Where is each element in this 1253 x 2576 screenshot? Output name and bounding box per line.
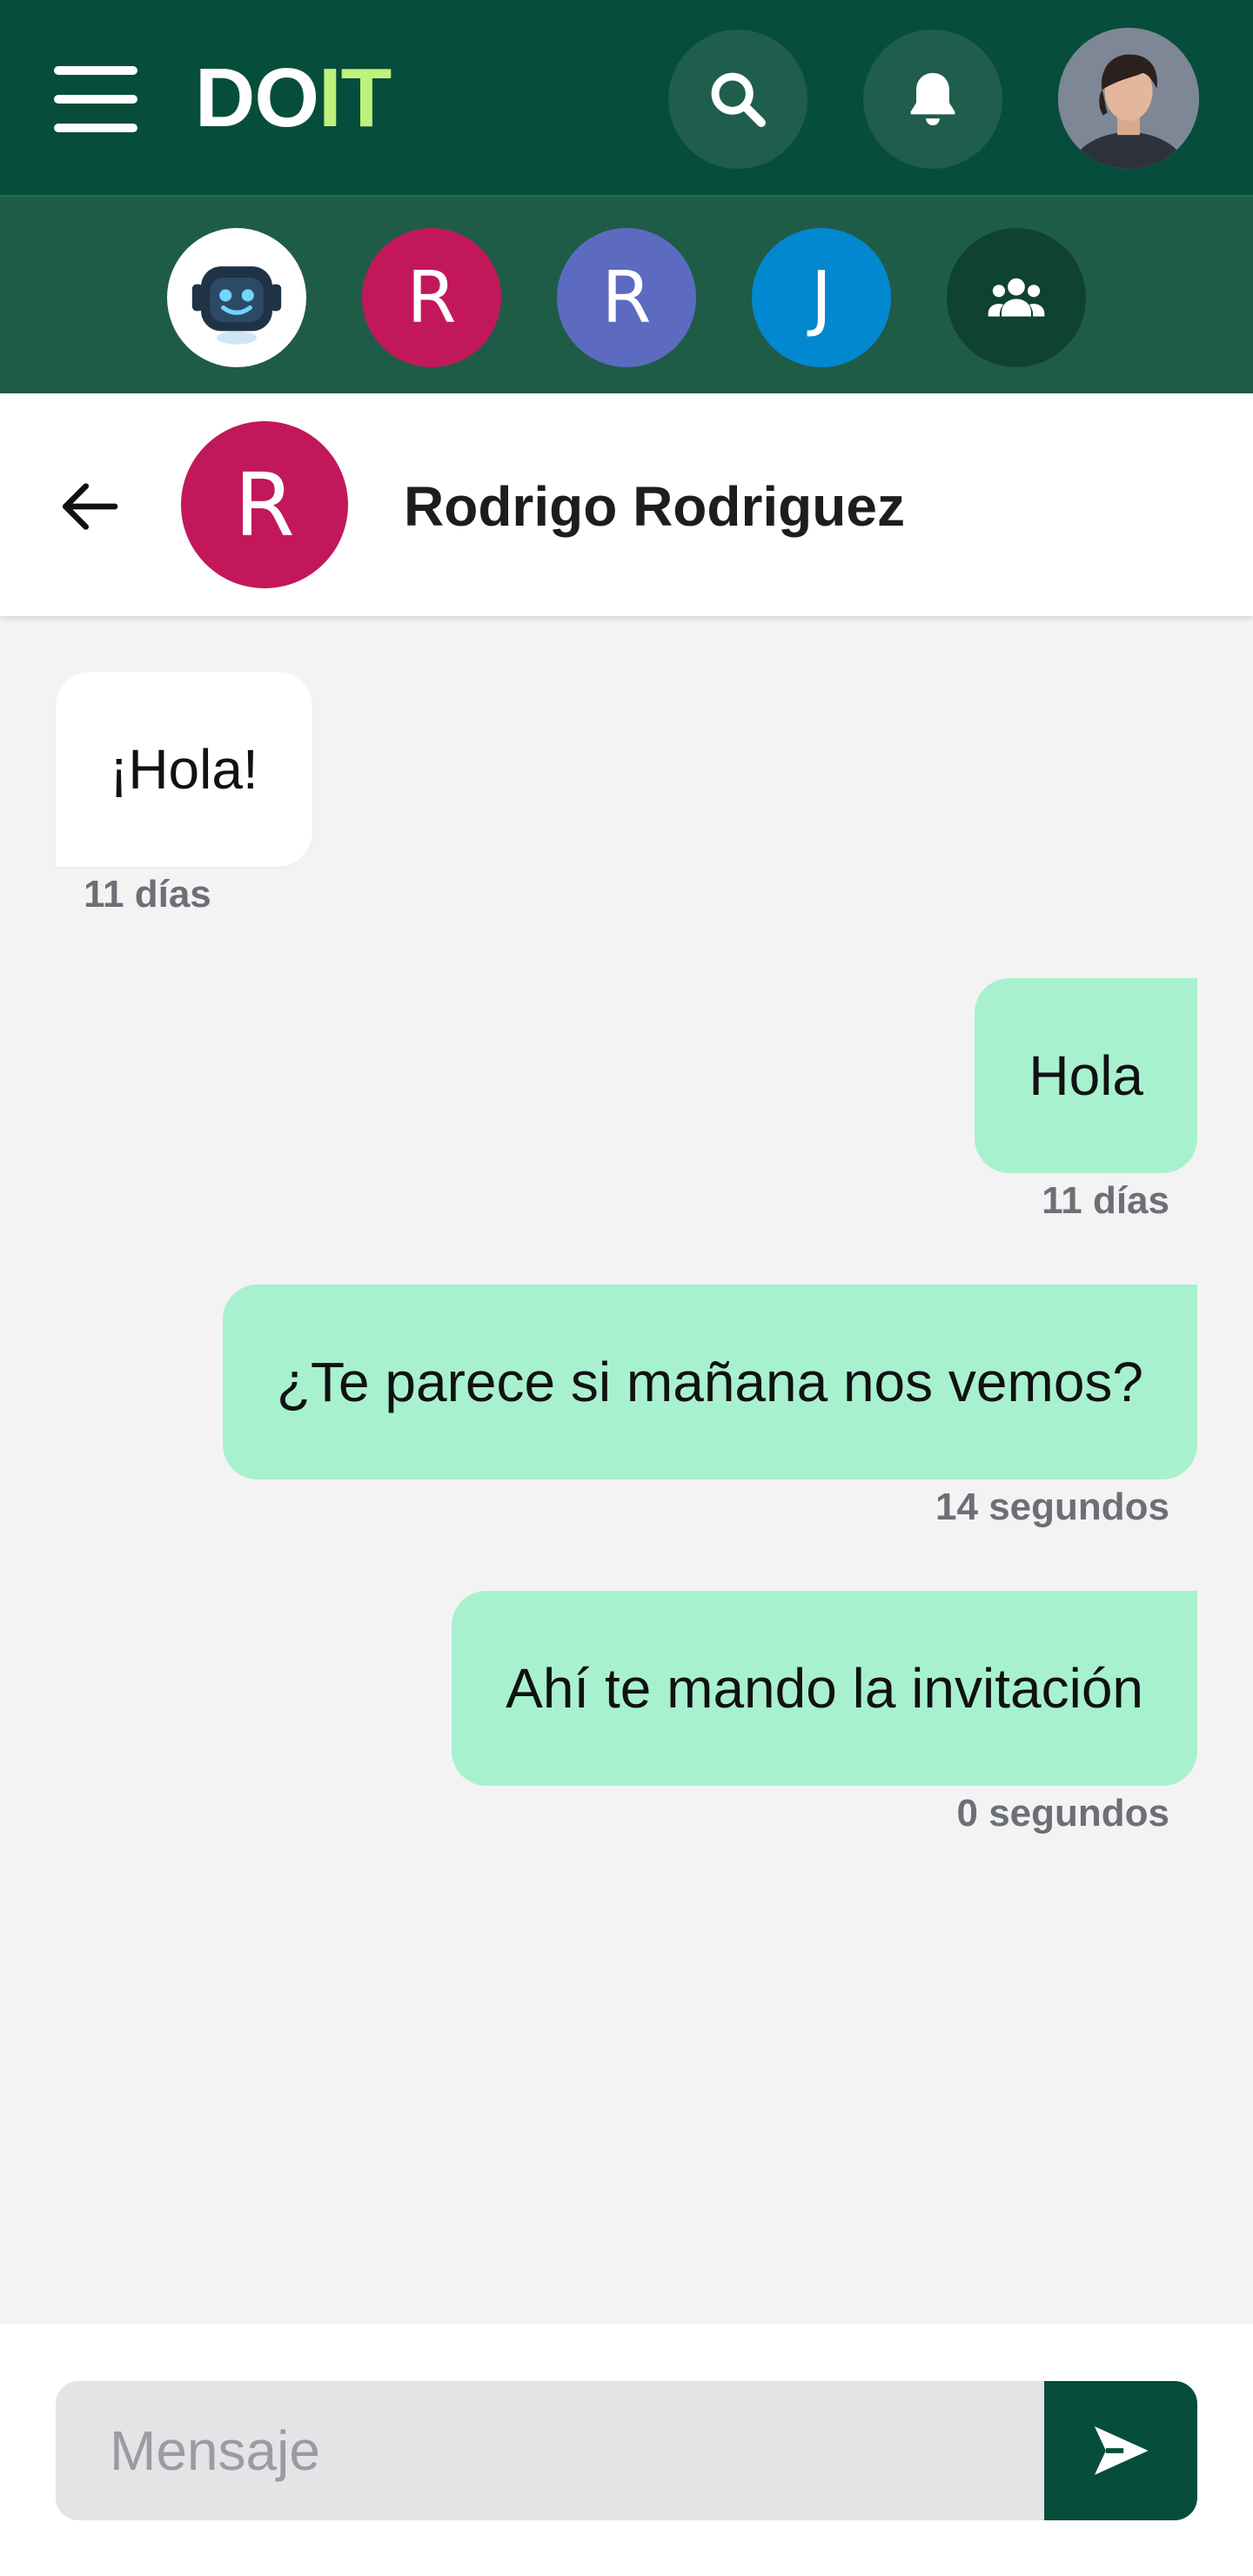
menu-icon[interactable] xyxy=(54,64,137,134)
message-timestamp: 11 días xyxy=(84,873,211,916)
logo-part-it: IT xyxy=(318,51,392,144)
contact-chip-r2[interactable]: R xyxy=(557,228,696,367)
message-timestamp: 14 segundos xyxy=(935,1486,1169,1528)
top-app-bar: DOIT xyxy=(0,0,1253,195)
contacts-strip: R R J xyxy=(0,195,1253,393)
search-button[interactable] xyxy=(668,30,807,169)
user-avatar[interactable] xyxy=(1058,28,1199,169)
back-arrow-icon[interactable] xyxy=(54,472,124,541)
robot-icon xyxy=(191,266,282,345)
contact-chip-r1[interactable]: R xyxy=(362,228,501,367)
notifications-button[interactable] xyxy=(863,30,1002,169)
message-bubble-outgoing: Hola xyxy=(975,978,1197,1173)
message-bubble-outgoing: Ahí te mando la invitación xyxy=(452,1591,1197,1786)
message-bubble-incoming: ¡Hola! xyxy=(56,672,312,867)
user-photo xyxy=(1058,28,1199,169)
message-input[interactable] xyxy=(56,2381,1044,2520)
bot-contact[interactable] xyxy=(167,228,306,367)
send-button[interactable] xyxy=(1044,2381,1197,2520)
message-timestamp: 0 segundos xyxy=(956,1792,1170,1835)
contact-name: Rodrigo Rodriguez xyxy=(404,475,905,538)
group-contact[interactable] xyxy=(947,228,1086,367)
message-timestamp: 11 días xyxy=(1042,1179,1169,1222)
message-composer xyxy=(0,2324,1253,2576)
bell-icon xyxy=(910,72,955,126)
app-logo: DOIT xyxy=(195,50,392,146)
chat-header: R Rodrigo Rodriguez xyxy=(0,393,1253,616)
message-bubble-outgoing: ¿Te parece si mañana nos vemos? xyxy=(222,1285,1197,1479)
logo-part-do: DO xyxy=(195,51,319,144)
contact-chip-j[interactable]: J xyxy=(752,228,891,367)
contact-avatar[interactable]: R xyxy=(181,421,348,588)
group-icon xyxy=(988,278,1045,317)
send-icon xyxy=(1094,2426,1149,2475)
search-icon xyxy=(711,72,766,127)
